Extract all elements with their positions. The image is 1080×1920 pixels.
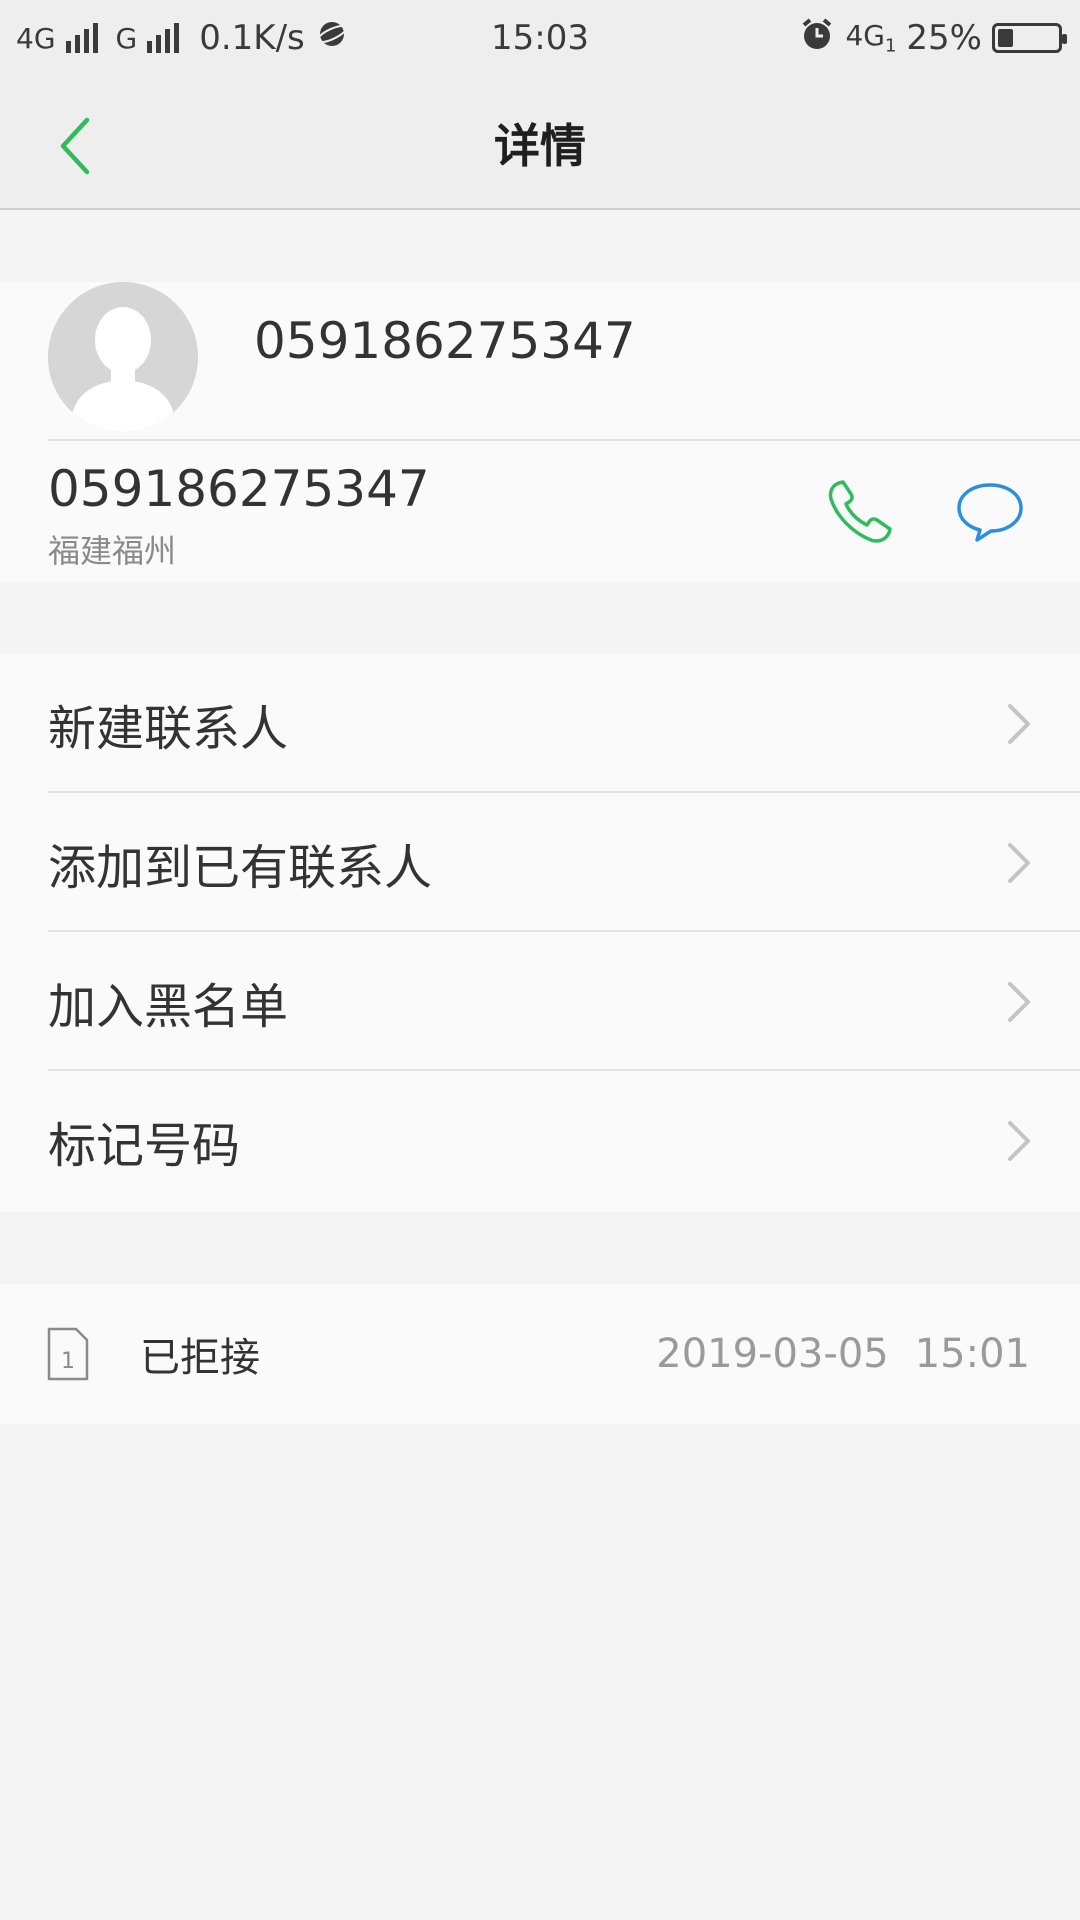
network-type-1: 4G [16,21,56,55]
message-icon [957,483,1023,542]
chevron-right-icon [1008,843,1030,883]
status-left: 4G G 0.1K/s [16,0,349,76]
phone-number: 059186275347 [48,460,430,518]
page-title: 详情 [494,119,586,173]
network-type-2: G [115,21,138,55]
action-label: 新建联系人 [48,700,289,757]
phone-location: 福建福州 [48,532,177,570]
call-status: 已拒接 [140,1335,260,1381]
avatar[interactable] [48,282,198,432]
battery-percent: 25% [906,18,982,58]
action-label: 标记号码 [48,1117,241,1174]
person-icon [48,282,198,432]
network-type-3: 4G1 [845,19,897,57]
network-speed: 0.1K/s [199,18,305,58]
chevron-right-icon [1008,982,1030,1022]
planet-icon [315,17,349,60]
new-contact-item[interactable]: 新建联系人 [0,654,1080,793]
add-to-existing-contact-item[interactable]: 添加到已有联系人 [0,793,1080,932]
contact-card: 059186275347 059186275347 福建福州 [0,282,1080,582]
chevron-right-icon [1008,704,1030,744]
divider [48,439,1080,441]
add-to-blacklist-item[interactable]: 加入黑名单 [0,932,1080,1071]
action-label: 加入黑名单 [48,978,289,1035]
nav-bar: 详情 [0,76,1080,210]
battery-fill [998,29,1013,47]
chevron-right-icon [1008,1121,1030,1161]
actions-list: 新建联系人 添加到已有联系人 加入黑名单 标记号码 [0,654,1080,1212]
signal-icon [147,23,180,53]
clock-time: 15:03 [491,18,589,58]
action-label: 添加到已有联系人 [48,839,433,896]
alarm-icon [799,16,835,61]
mark-number-item[interactable]: 标记号码 [0,1071,1080,1210]
signal-icon [65,23,98,53]
phone-icon [828,480,892,543]
call-button[interactable] [820,472,900,552]
battery-icon [992,23,1067,53]
sim-label: 1 [61,1349,75,1374]
call-datetime: 2019-03-05 15:01 [656,1284,1030,1424]
status-bar: 4G G 0.1K/s 15:03 4G1 25% [0,0,1080,76]
sim-card-icon: 1 [47,1327,89,1381]
message-button[interactable] [950,472,1030,552]
status-right: 4G1 25% [799,0,1067,76]
call-log-item[interactable]: 1 已拒接 2019-03-05 15:01 [0,1284,1080,1424]
contact-name: 059186275347 [254,312,636,370]
chevron-left-icon [60,117,90,175]
call-time: 15:01 [914,1331,1030,1377]
call-date: 2019-03-05 [656,1331,889,1377]
back-button[interactable] [40,106,110,186]
